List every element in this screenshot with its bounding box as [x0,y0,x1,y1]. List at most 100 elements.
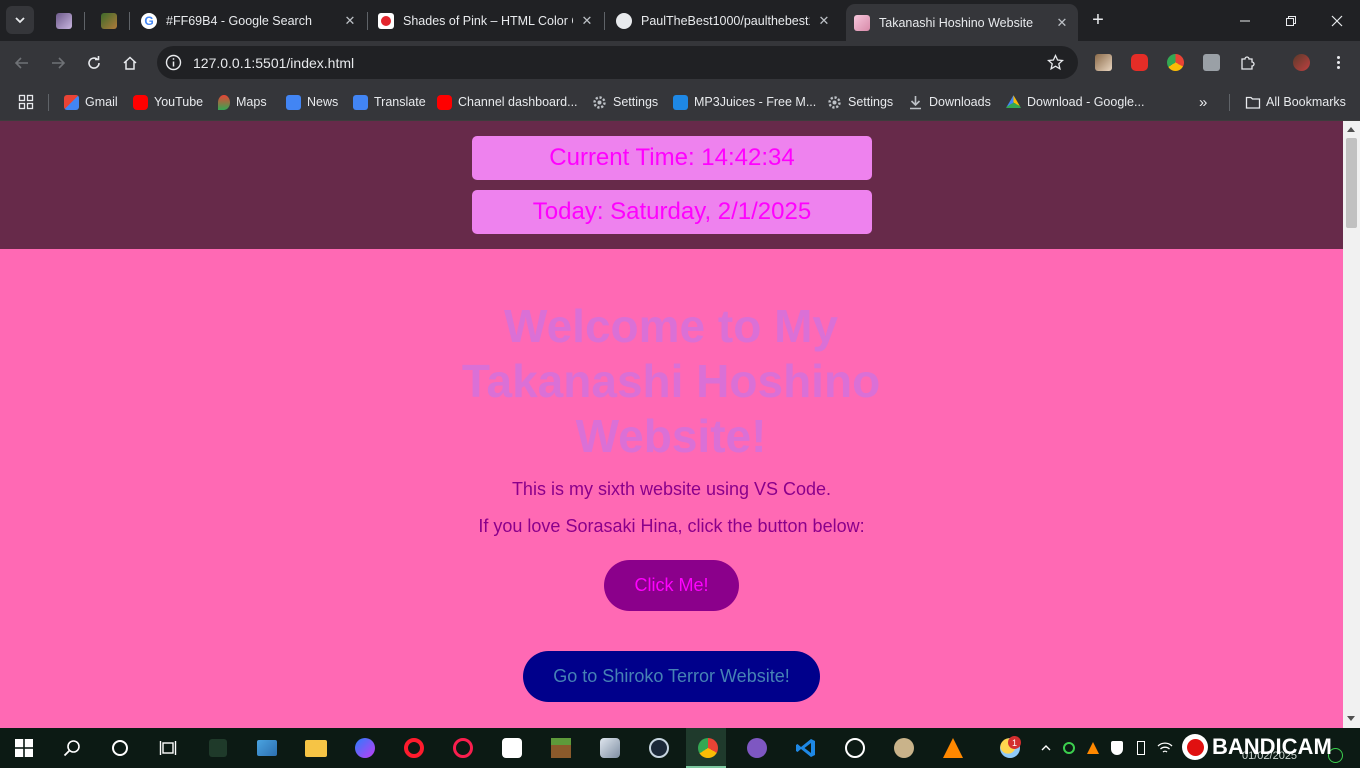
page-viewport: Current Time: 14:42:34 Today: Saturday, … [0,121,1343,728]
github-desktop-icon[interactable] [745,736,769,760]
bookmark-settings[interactable]: Settings [592,93,658,111]
divider [1229,94,1230,111]
bookmark-youtube[interactable]: YouTube [133,93,203,111]
capcut-icon[interactable] [500,736,524,760]
info-icon[interactable] [165,54,182,71]
home-button[interactable] [116,49,144,77]
go-to-shiroko-button[interactable]: Go to Shiroko Terror Website! [523,651,820,702]
record-icon [1182,734,1208,760]
close-icon[interactable]: ✕ [579,13,595,29]
steam-icon[interactable] [647,736,671,760]
bookmark-settings-2[interactable]: Settings [827,93,893,111]
task-view-button[interactable] [156,736,180,760]
gear-icon [827,95,842,110]
arrow-right-icon [52,57,66,69]
battery-icon[interactable] [1133,740,1149,756]
opera-icon[interactable] [402,736,426,760]
anime-favicon-icon [56,12,72,29]
circle-icon [112,740,128,756]
bookmark-mp3juices[interactable]: MP3Juices - Free M... [673,93,816,111]
url-text[interactable]: 127.0.0.1:5501/index.html [193,55,354,71]
chrome-extension-icon[interactable] [1167,54,1184,71]
tab-separator [367,12,368,30]
tab-title: #FF69B4 - Google Search [166,13,312,28]
close-window-button[interactable] [1314,0,1360,41]
search-button[interactable] [60,736,84,760]
task-view-icon [159,741,177,755]
tab-1[interactable] [44,0,84,41]
new-tab-button[interactable]: + [1087,9,1109,31]
bookmark-label: All Bookmarks [1266,95,1346,109]
close-icon[interactable]: ✕ [342,13,358,29]
bookmark-translate[interactable]: Translate [353,93,426,111]
tray-app-icon[interactable] [1061,740,1077,756]
extension-icon[interactable] [1095,54,1112,71]
tab-google-search[interactable]: G #FF69B4 - Google Search ✕ [133,0,366,41]
minimize-button[interactable] [1222,0,1268,41]
file-explorer-icon[interactable] [304,736,328,760]
bookmark-label: Translate [374,95,426,109]
address-bar[interactable]: 127.0.0.1:5501/index.html [157,46,1078,79]
windows-taskbar: 1 01/02/2025 [0,728,1360,768]
speedometer-icon[interactable] [843,736,867,760]
bookmarks-bar: Gmail YouTube Maps News Translate Channe… [0,84,1360,121]
puzzle-icon[interactable] [1239,54,1256,71]
close-icon[interactable]: ✕ [816,13,832,29]
tab-shades-of-pink[interactable]: Shades of Pink – HTML Color Co ✕ [370,0,603,41]
forward-button[interactable] [44,49,72,77]
youtube-studio-icon [437,94,452,110]
chevron-up-icon[interactable] [1038,740,1054,756]
game-launcher-icon[interactable] [598,736,622,760]
restore-button[interactable] [1268,0,1314,41]
scrollbar-thumb[interactable] [1346,138,1357,228]
extension-icon[interactable] [1203,54,1220,71]
prompt-text: If you love Sorasaki Hina, click the but… [478,516,865,536]
opera-gx-icon[interactable] [451,736,475,760]
back-button[interactable] [8,49,36,77]
app-icon-dim[interactable] [206,736,230,760]
tab-github[interactable]: PaulTheBest1000/paulthebest10 ✕ [608,0,840,41]
profile-avatar[interactable] [1293,54,1310,71]
bookmark-google-drive[interactable]: Download - Google... [1006,93,1144,111]
clock-header: Current Time: 14:42:34 Today: Saturday, … [0,121,1343,249]
chrome-icon[interactable] [696,736,720,760]
vlc-tray-icon[interactable] [1085,740,1101,756]
bookmark-label: Settings [613,95,659,109]
minecraft-icon[interactable] [549,736,573,760]
apps-grid-icon[interactable] [18,93,34,111]
vlc-icon[interactable] [941,736,965,760]
page-scrollbar[interactable] [1343,121,1360,728]
all-bookmarks-button[interactable]: All Bookmarks [1245,93,1346,111]
bookmark-channel-dashboard[interactable]: Channel dashboard... [437,93,578,111]
bookmark-maps[interactable]: Maps [218,93,267,111]
bookmark-label: News [307,95,339,109]
cortana-button[interactable] [108,736,132,760]
wifi-icon[interactable] [1157,740,1173,756]
tab-2[interactable] [89,0,129,41]
bookmark-gmail[interactable]: Gmail [64,93,118,111]
tab-separator [604,12,605,30]
maps-pin-icon [218,94,230,110]
scroll-down-arrow-icon[interactable] [1347,716,1355,721]
reload-button[interactable] [80,49,108,77]
tab-title: Takanashi Hoshino Website [879,15,1034,30]
star-icon[interactable] [1047,54,1064,71]
app-icon[interactable] [892,736,916,760]
tab-search-button[interactable] [6,6,34,34]
scroll-up-arrow-icon[interactable] [1347,127,1355,132]
vscode-icon[interactable] [794,736,818,760]
menu-kebab-icon[interactable] [1330,54,1347,71]
control-panel-icon[interactable] [255,736,279,760]
arrow-left-icon [14,57,28,69]
youtube-extension-icon[interactable] [1131,54,1148,71]
click-me-button[interactable]: Click Me! [604,560,739,611]
security-shield-icon[interactable] [1109,740,1125,756]
bookmark-downloads[interactable]: Downloads [908,93,991,111]
game-favicon-icon [101,12,117,29]
tab-takanashi-hoshino[interactable]: Takanashi Hoshino Website ✕ [846,4,1078,41]
messenger-icon[interactable] [353,736,377,760]
close-icon[interactable]: ✕ [1054,15,1070,31]
bookmarks-overflow-button[interactable]: » [1199,93,1207,111]
start-button[interactable] [12,736,36,760]
bookmark-news[interactable]: News [286,93,338,111]
